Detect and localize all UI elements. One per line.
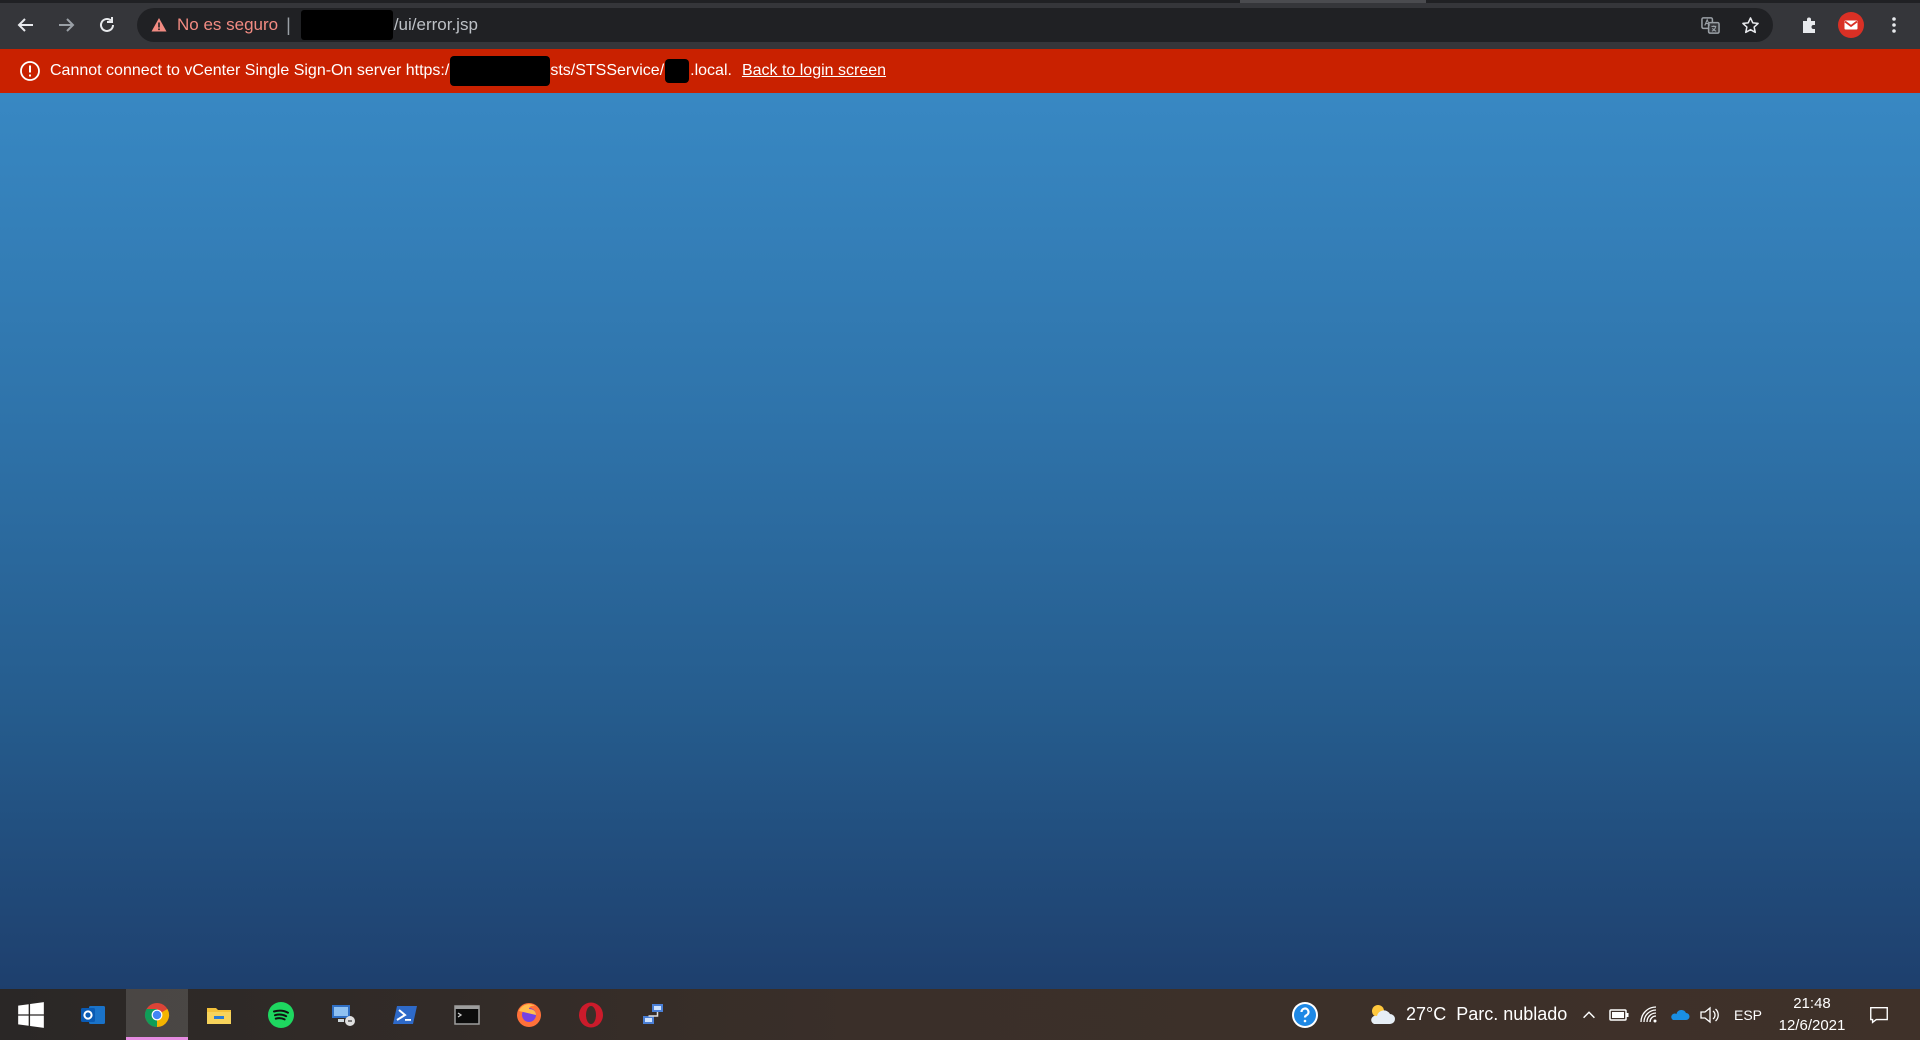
system-tray: ESP [1578, 989, 1762, 1040]
taskbar-network-app[interactable] [622, 989, 684, 1040]
battery-icon[interactable] [1608, 1004, 1630, 1026]
back-to-login-link[interactable]: Back to login screen [742, 62, 886, 80]
extensions-button[interactable] [1796, 11, 1824, 39]
error-circle-icon [19, 60, 41, 82]
onedrive-icon[interactable] [1668, 1004, 1690, 1026]
weather-widget[interactable]: 27°C Parc. nublado [1366, 989, 1567, 1040]
taskbar-file-explorer[interactable] [188, 989, 250, 1040]
start-button[interactable] [0, 989, 62, 1040]
notification-icon [1870, 1006, 1888, 1024]
taskbar-outlook[interactable] [62, 989, 124, 1040]
taskbar-powershell[interactable] [374, 989, 436, 1040]
translate-button[interactable] [1693, 8, 1727, 42]
weather-temperature: 27°C [1406, 1004, 1447, 1024]
warning-triangle-icon[interactable] [151, 17, 167, 33]
taskbar-spotify[interactable] [250, 989, 312, 1040]
kebab-menu-icon [1892, 17, 1896, 33]
windows-logo-icon [18, 1001, 44, 1028]
volume-icon[interactable] [1698, 1004, 1720, 1026]
browser-menu-button[interactable] [1880, 11, 1908, 39]
powershell-icon [393, 1005, 417, 1024]
tab-strip-edge [0, 0, 1920, 3]
page-background [0, 93, 1920, 989]
taskbar-firefox[interactable] [498, 989, 560, 1040]
url-text[interactable]: /ui/error.jsp [394, 15, 478, 35]
redacted-domain [665, 59, 690, 83]
action-center-button[interactable] [1864, 1000, 1894, 1030]
spotify-icon [268, 1001, 294, 1028]
chrome-icon [144, 1002, 170, 1027]
taskbar-chrome[interactable] [126, 989, 188, 1040]
error-message-part2: sts/STSService/ [550, 62, 665, 80]
puzzle-icon [1803, 17, 1815, 33]
forward-arrow-icon [59, 18, 75, 32]
show-hidden-icons-button[interactable] [1578, 1004, 1600, 1026]
firefox-icon [517, 1002, 541, 1027]
gmail-avatar-icon [1844, 20, 1858, 30]
clock-date: 12/6/2021 [1778, 1017, 1846, 1034]
reload-button[interactable] [91, 9, 123, 41]
folder-icon [207, 1007, 231, 1024]
help-question-icon [1292, 1001, 1318, 1028]
security-label[interactable]: No es seguro [177, 15, 278, 35]
back-button[interactable] [10, 9, 42, 41]
translate-icon [1700, 16, 1720, 34]
clock-time: 21:48 [1793, 995, 1831, 1012]
wifi-icon[interactable] [1638, 1004, 1660, 1026]
windows-taskbar: 27°C Parc. nublado ESP 21:48 12/6/2021 [0, 989, 1920, 1040]
taskbar-opera[interactable] [560, 989, 622, 1040]
network-icon [643, 1003, 663, 1024]
star-icon [1741, 16, 1759, 33]
browser-toolbar: No es seguro | /ui/error.jsp [0, 0, 1920, 49]
screen: No es seguro | /ui/error.jsp Cannot conn… [0, 0, 1920, 1040]
remote-desktop-icon [332, 1004, 355, 1026]
back-arrow-icon [17, 18, 33, 32]
weather-condition: Parc. nublado [1456, 1004, 1568, 1024]
address-separator: | [286, 14, 291, 35]
help-tray [1290, 989, 1320, 1040]
redacted-host [300, 10, 393, 40]
error-banner: Cannot connect to vCenter Single Sign-On… [0, 49, 1920, 93]
taskbar-terminal[interactable] [436, 989, 498, 1040]
terminal-icon [454, 1004, 480, 1025]
chevron-up-icon [1583, 1010, 1595, 1018]
help-button[interactable] [1290, 1000, 1320, 1030]
address-bar[interactable]: No es seguro | /ui/error.jsp [137, 8, 1773, 42]
partly-cloudy-icon [1366, 1000, 1396, 1030]
taskbar-clock[interactable]: 21:48 12/6/2021 [1770, 993, 1854, 1037]
outlook-icon [81, 1005, 105, 1024]
error-message-part1: Cannot connect to vCenter Single Sign-On… [50, 62, 450, 80]
error-message: Cannot connect to vCenter Single Sign-On… [50, 56, 732, 86]
forward-button[interactable] [50, 9, 82, 41]
reload-icon [100, 17, 114, 32]
bookmark-button[interactable] [1733, 8, 1767, 42]
redacted-server [450, 56, 551, 86]
input-language[interactable]: ESP [1734, 1007, 1762, 1023]
taskbar-remote-desktop[interactable] [312, 989, 374, 1040]
opera-icon [579, 1002, 603, 1027]
error-message-part3: .local. [690, 62, 732, 80]
profile-avatar[interactable] [1838, 12, 1864, 38]
